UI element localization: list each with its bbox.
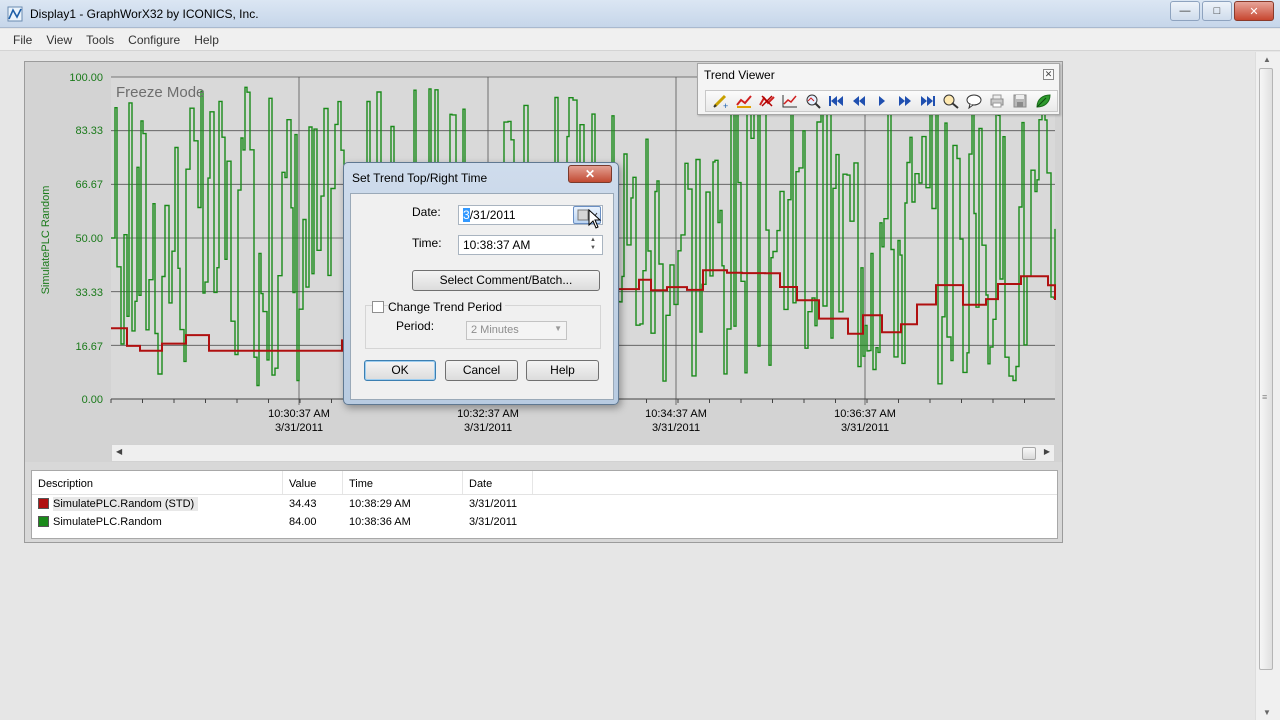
- column-header-value[interactable]: Value: [283, 471, 343, 494]
- help-button[interactable]: Help: [526, 360, 599, 381]
- change-trend-period-checkbox[interactable]: [372, 301, 384, 313]
- trend-viewer-toolbar: Trend Viewer ✕ +: [697, 63, 1060, 115]
- trend-scroll-thumb[interactable]: [1022, 447, 1036, 460]
- x-tick-date: 3/31/2011: [652, 422, 700, 434]
- row-time: 10:38:36 AM: [349, 516, 411, 528]
- fast-forward-icon[interactable]: [893, 91, 916, 111]
- trend-horizontal-scrollbar[interactable]: ◀ ▶: [111, 444, 1055, 462]
- column-header-time[interactable]: Time: [343, 471, 463, 494]
- app-icon: [7, 6, 23, 22]
- vertical-scrollbar[interactable]: ▲ ≡ ▼: [1255, 52, 1280, 720]
- last-icon[interactable]: [916, 91, 939, 111]
- row-date: 3/31/2011: [469, 516, 518, 528]
- time-spinner[interactable]: ▲ ▼: [586, 236, 600, 254]
- period-select-value: 2 Minutes: [471, 324, 519, 336]
- window-title: Display1 - GraphWorX32 by ICONICS, Inc.: [30, 7, 259, 21]
- toolbar-close-button[interactable]: ✕: [1043, 69, 1054, 80]
- dialog-title: Set Trend Top/Right Time: [352, 171, 488, 185]
- legend-header-row: Description Value Time Date: [32, 471, 1057, 495]
- menu-bar: File View Tools Configure Help: [0, 29, 1280, 51]
- x-tick-date: 3/31/2011: [464, 422, 512, 434]
- menu-configure[interactable]: Configure: [121, 33, 187, 47]
- y-tick-label: 50.00: [75, 233, 103, 245]
- x-axis-ticks: 10:30:37 AM 3/31/2011 10:32:37 AM 3/31/2…: [268, 408, 896, 434]
- trend-legend-table: Description Value Time Date SimulatePLC.…: [31, 470, 1058, 539]
- column-header-date[interactable]: Date: [463, 471, 533, 494]
- first-icon[interactable]: [824, 91, 847, 111]
- set-trend-time-dialog: Set Trend Top/Right Time ✕ Date: 3/31/20…: [343, 162, 619, 405]
- add-pen-icon[interactable]: +: [709, 91, 732, 111]
- pen-color-swatch: [38, 498, 49, 509]
- column-header-description[interactable]: Description: [32, 471, 283, 494]
- maximize-button[interactable]: □: [1202, 1, 1232, 21]
- dialog-close-button[interactable]: ✕: [568, 165, 612, 183]
- play-icon[interactable]: [870, 91, 893, 111]
- y-tick-label: 100.00: [69, 72, 103, 84]
- magnify-icon[interactable]: [939, 91, 962, 111]
- time-field[interactable]: 10:38:37 AM: [458, 235, 603, 255]
- row-value: 84.00: [289, 516, 317, 528]
- x-tick-time: 10:30:37 AM: [268, 408, 330, 420]
- date-field-rest: /31/2011: [469, 208, 516, 222]
- table-row[interactable]: SimulatePLC.Random 84.00 10:38:36 AM 3/3…: [32, 513, 1057, 531]
- row-description: SimulatePLC.Random: [53, 516, 162, 528]
- y-tick-label: 16.67: [75, 341, 103, 353]
- row-date: 3/31/2011: [469, 498, 518, 510]
- menu-file[interactable]: File: [6, 33, 39, 47]
- scroll-grip-icon: ≡: [1262, 392, 1268, 402]
- mouse-cursor-icon: [588, 209, 602, 229]
- period-label: Period:: [396, 319, 435, 333]
- y-tick-label: 33.33: [75, 287, 103, 299]
- title-bar: Display1 - GraphWorX32 by ICONICS, Inc. …: [0, 0, 1280, 28]
- menu-help[interactable]: Help: [187, 33, 226, 47]
- y-tick-label: 83.33: [75, 125, 103, 137]
- dialog-body: Date: 3/31/2011 Time: 10:38:37 AM ▲ ▼ Sel…: [350, 193, 614, 400]
- minimize-button[interactable]: —: [1170, 1, 1200, 21]
- row-description: SimulatePLC.Random (STD): [53, 497, 199, 511]
- menu-view[interactable]: View: [39, 33, 79, 47]
- row-value: 34.43: [289, 498, 317, 510]
- print-icon[interactable]: [985, 91, 1008, 111]
- chevron-down-icon: ▼: [554, 324, 562, 333]
- pen-color-swatch: [38, 516, 49, 527]
- x-tick-date: 3/31/2011: [841, 422, 889, 434]
- ok-button[interactable]: OK: [364, 360, 436, 381]
- date-label: Date:: [412, 205, 441, 219]
- chart-icon[interactable]: [778, 91, 801, 111]
- save-icon[interactable]: [1008, 91, 1031, 111]
- x-tick-time: 10:32:37 AM: [457, 408, 519, 420]
- delete-pen-icon[interactable]: [755, 91, 778, 111]
- period-select[interactable]: 2 Minutes ▼: [466, 321, 567, 340]
- y-tick-label: 66.67: [75, 179, 103, 191]
- scroll-left-icon[interactable]: ◀: [116, 447, 122, 456]
- x-tick-time: 10:34:37 AM: [645, 408, 707, 420]
- x-tick-date: 3/31/2011: [275, 422, 323, 434]
- select-comment-batch-button[interactable]: Select Comment/Batch...: [412, 270, 600, 291]
- toolbar-icon-strip: +: [705, 90, 1058, 112]
- y-tick-label: 0.00: [82, 394, 103, 406]
- edit-pen-icon[interactable]: [732, 91, 755, 111]
- time-label: Time:: [412, 236, 442, 250]
- close-button[interactable]: ✕: [1234, 1, 1274, 21]
- cancel-button[interactable]: Cancel: [445, 360, 518, 381]
- rewind-icon[interactable]: [847, 91, 870, 111]
- freeze-mode-label: Freeze Mode: [116, 84, 204, 101]
- svg-text:+: +: [723, 101, 728, 109]
- scroll-down-icon[interactable]: ▼: [1263, 708, 1271, 717]
- row-time: 10:38:29 AM: [349, 498, 411, 510]
- y-axis-ticks: 100.00 83.33 66.67 50.00 33.33 16.67 0.0…: [69, 72, 103, 406]
- date-field-selected-part: 3: [463, 208, 470, 222]
- zoom-icon[interactable]: [801, 91, 824, 111]
- toolbar-title: Trend Viewer: [704, 68, 775, 82]
- comment-icon[interactable]: [962, 91, 985, 111]
- menu-tools[interactable]: Tools: [79, 33, 121, 47]
- x-tick-time: 10:36:37 AM: [834, 408, 896, 420]
- scroll-right-icon[interactable]: ▶: [1044, 447, 1050, 456]
- change-trend-period-label[interactable]: Change Trend Period: [388, 300, 506, 314]
- table-row[interactable]: SimulatePLC.Random (STD) 34.43 10:38:29 …: [32, 495, 1057, 513]
- scroll-up-icon[interactable]: ▲: [1263, 55, 1271, 64]
- leaf-icon[interactable]: [1031, 91, 1054, 111]
- scroll-thumb[interactable]: [1259, 68, 1273, 670]
- y-axis-title: SimulatePLC Random: [40, 186, 52, 295]
